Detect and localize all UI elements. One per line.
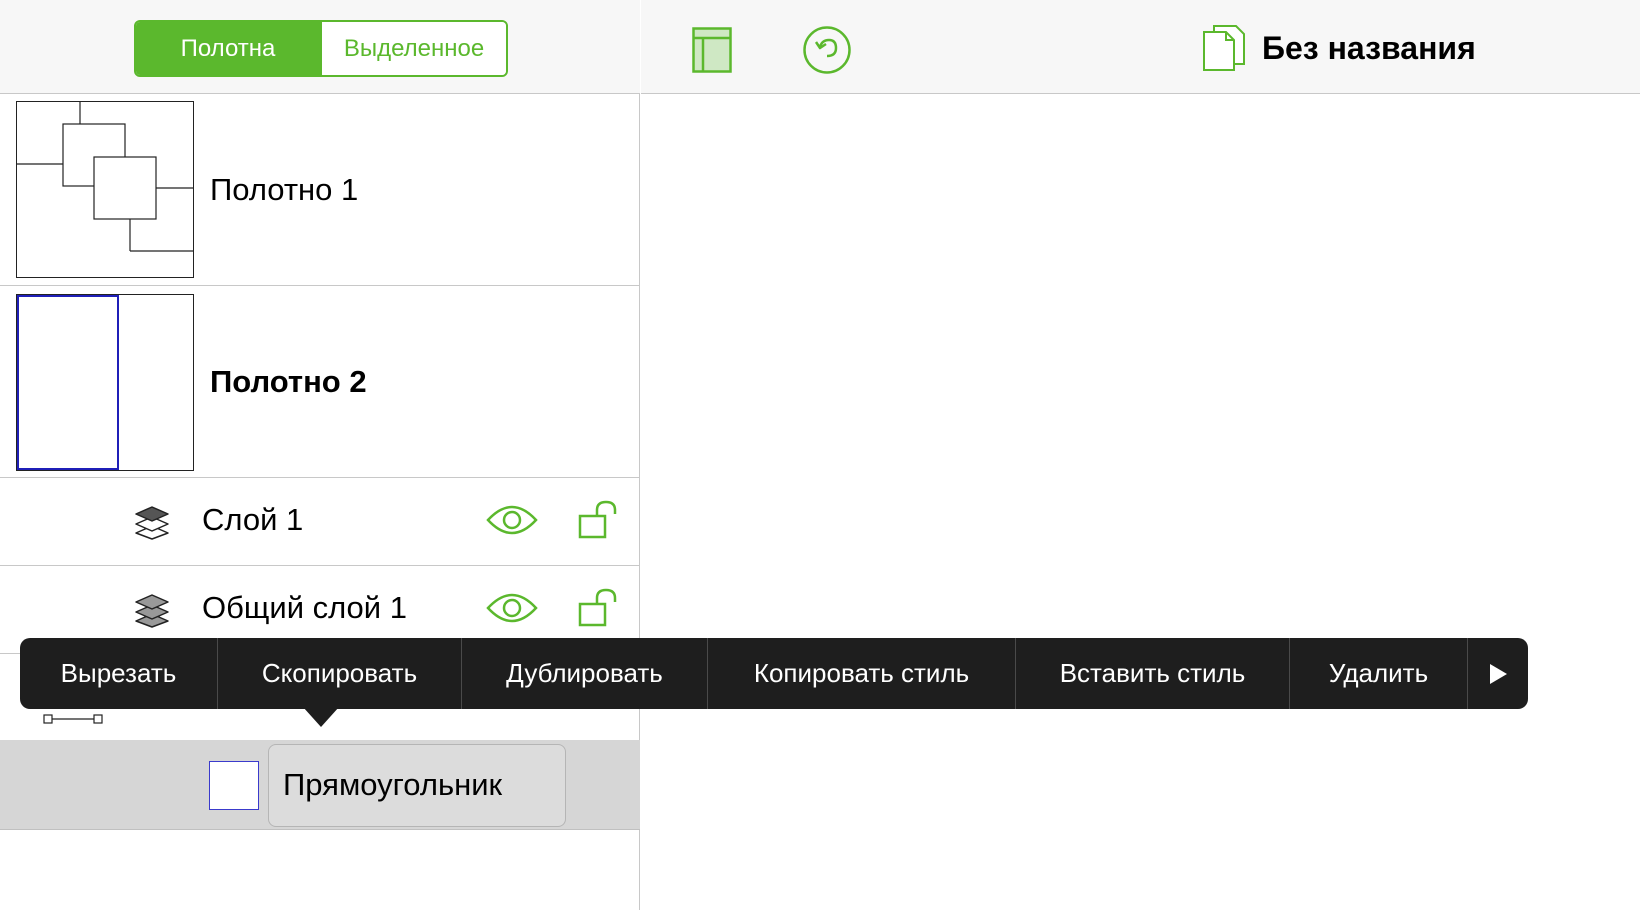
canvas-label-2: Полотно 2 [210, 364, 367, 399]
sidebar: Полотна Выделенное Полотно 1 Полотно 2 С… [0, 0, 640, 910]
layer-row-1[interactable]: Слой 1 [0, 478, 640, 566]
object-name-text: Прямоугольник [283, 767, 503, 802]
segment-canvases[interactable]: Полотна [136, 22, 320, 75]
play-arrow-icon [1490, 663, 1507, 684]
menu-item-duplicate[interactable]: Дублировать [462, 638, 708, 709]
eye-icon[interactable] [486, 590, 538, 626]
canvas-thumbnail-1 [16, 101, 194, 278]
object-name-field[interactable]: Прямоугольник [268, 744, 566, 827]
rectangle-object-thumbnail [209, 761, 259, 810]
document-title[interactable]: Без названия [1262, 30, 1476, 67]
menu-item-cut[interactable]: Вырезать [20, 638, 218, 709]
segment-selection[interactable]: Выделенное [320, 22, 506, 75]
unlock-icon[interactable] [578, 500, 622, 540]
document-toolbar: Без названия [641, 0, 1640, 94]
sidebar-header: Полотна Выделенное [0, 0, 640, 94]
menu-item-delete[interactable]: Удалить [1290, 638, 1468, 709]
menu-item-copy-style[interactable]: Копировать стиль [708, 638, 1016, 709]
canvas-row-2[interactable]: Полотно 2 [0, 286, 640, 478]
undo-icon[interactable] [802, 25, 852, 75]
menu-item-copy[interactable]: Скопировать [218, 638, 462, 709]
unlock-icon[interactable] [578, 588, 622, 628]
layers-icon [135, 506, 169, 540]
canvas-row-1[interactable]: Полотно 1 [0, 94, 640, 286]
canvas-label-1: Полотно 1 [210, 172, 359, 207]
context-menu: Вырезать Скопировать Дублировать Копиров… [20, 638, 1528, 709]
documents-icon[interactable] [1202, 24, 1246, 72]
shared-layers-icon [135, 594, 169, 628]
context-menu-pointer [303, 707, 339, 727]
layer-label-2: Общий слой 1 [202, 590, 407, 625]
layer-label-1: Слой 1 [202, 502, 304, 537]
canvas-thumbnail-2 [16, 294, 194, 471]
object-row-selected[interactable]: Прямоугольник [0, 740, 640, 830]
menu-more-button[interactable] [1468, 638, 1528, 709]
menu-item-paste-style[interactable]: Вставить стиль [1016, 638, 1290, 709]
sidebar-toggle-icon[interactable] [692, 27, 732, 73]
eye-icon[interactable] [486, 502, 538, 538]
view-segmented-control: Полотна Выделенное [134, 20, 508, 77]
